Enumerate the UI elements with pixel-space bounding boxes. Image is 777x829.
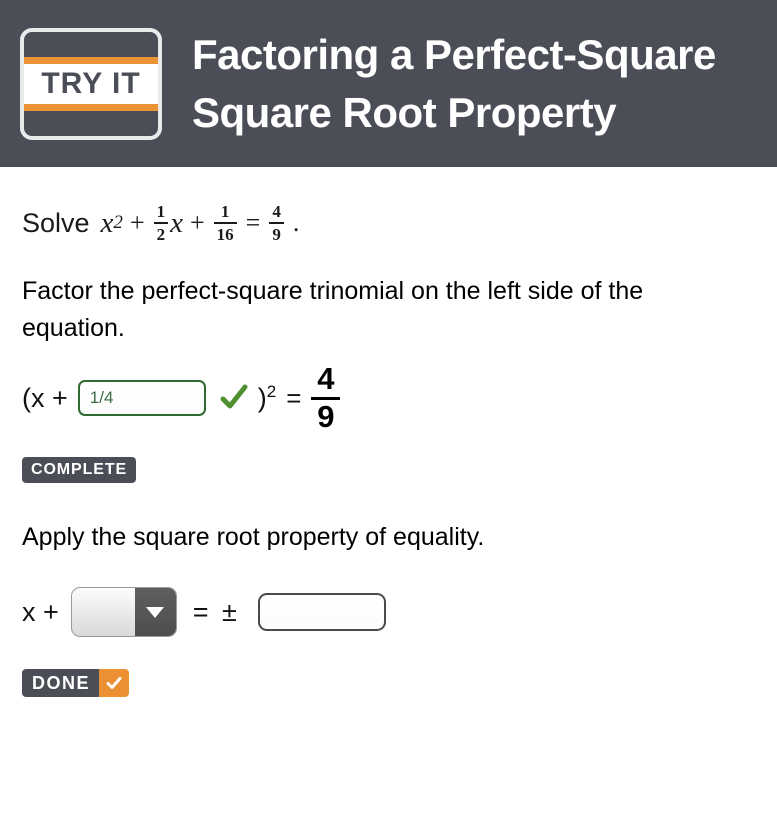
logo-band: TRY IT — [24, 63, 158, 104]
step2-answer-input[interactable] — [257, 593, 386, 631]
problem-coefficient-variable: x — [170, 206, 183, 239]
fraction-denominator: 9 — [317, 398, 335, 434]
step1-answer-input[interactable]: 1/4 — [77, 380, 206, 416]
fraction-denominator: 9 — [272, 225, 281, 244]
problem-fraction-four-ninths: 4 9 — [269, 202, 284, 244]
fraction-numerator: 4 — [317, 360, 335, 396]
problem-plus-2: + — [189, 208, 205, 237]
white-check-icon — [99, 669, 130, 697]
problem-fraction-one-sixteenth: 1 16 — [213, 201, 237, 244]
problem-fraction-one-half: 1 2 — [153, 201, 169, 244]
logo-stripe-bottom — [24, 103, 158, 111]
close-paren-glyph: ) — [257, 383, 267, 413]
logo-label: TRY IT — [41, 66, 141, 100]
logo-stripe-top — [24, 56, 158, 64]
done-button[interactable]: DONE — [22, 669, 130, 697]
step2-dropdown[interactable] — [70, 587, 177, 637]
step1-answer-row: (x + 1/4 )2 = 4 9 — [22, 362, 755, 432]
chevron-down-icon[interactable] — [134, 588, 176, 636]
step2-instruction: Apply the square root property of equali… — [22, 523, 485, 551]
fraction-bar — [153, 222, 169, 224]
fraction-denominator: 16 — [216, 225, 234, 244]
problem-equals: = — [245, 208, 261, 237]
problem-period: . — [292, 208, 300, 237]
fraction-denominator: 2 — [156, 225, 166, 244]
solve-label: Solve — [22, 207, 90, 238]
green-check-icon — [220, 384, 248, 412]
fraction-numerator: 1 — [156, 201, 166, 221]
step1-square-exponent: 2 — [266, 382, 277, 401]
problem-plus-1: + — [129, 208, 145, 237]
content-area: Solve x2 + 1 2 x + 1 16 = 4 9 . Factor t… — [0, 193, 777, 697]
problem-statement: Solve x2 + 1 2 x + 1 16 = 4 9 . — [22, 193, 755, 253]
step2-answer-row: x + = ± — [22, 582, 755, 642]
page-title-line-1: Factoring a Perfect-Square — [192, 30, 716, 78]
fraction-bar — [213, 222, 237, 224]
complete-button[interactable]: COMPLETE — [22, 457, 137, 483]
step1-result-fraction: 4 9 — [311, 360, 341, 434]
try-it-logo: TRY IT — [20, 27, 162, 140]
step1-answer-value: 1/4 — [89, 388, 114, 407]
caret-glyph — [146, 606, 165, 618]
problem-variable-x: x — [100, 206, 114, 239]
page-title-line-2: Square Root Property — [192, 88, 617, 136]
fraction-numerator: 4 — [272, 201, 281, 221]
done-button-label: DONE — [22, 669, 100, 697]
step1-open-paren: (x + — [22, 382, 68, 413]
step1-equals: = — [286, 382, 302, 413]
step2-equals-plusminus: = ± — [192, 596, 240, 627]
step2-dropdown-value — [72, 588, 135, 636]
fraction-bar — [269, 222, 284, 224]
step2-lhs-label: x + — [22, 596, 59, 627]
step1-instruction: Factor the perfect-square trinomial on t… — [22, 277, 644, 342]
fraction-numerator: 1 — [220, 201, 230, 221]
step1-close-paren: )2 — [258, 382, 276, 414]
problem-exponent: 2 — [113, 212, 123, 233]
page-header: TRY IT Factoring a Perfect-Square Square… — [0, 0, 777, 167]
page-title: Factoring a Perfect-Square Square Root P… — [192, 26, 716, 142]
